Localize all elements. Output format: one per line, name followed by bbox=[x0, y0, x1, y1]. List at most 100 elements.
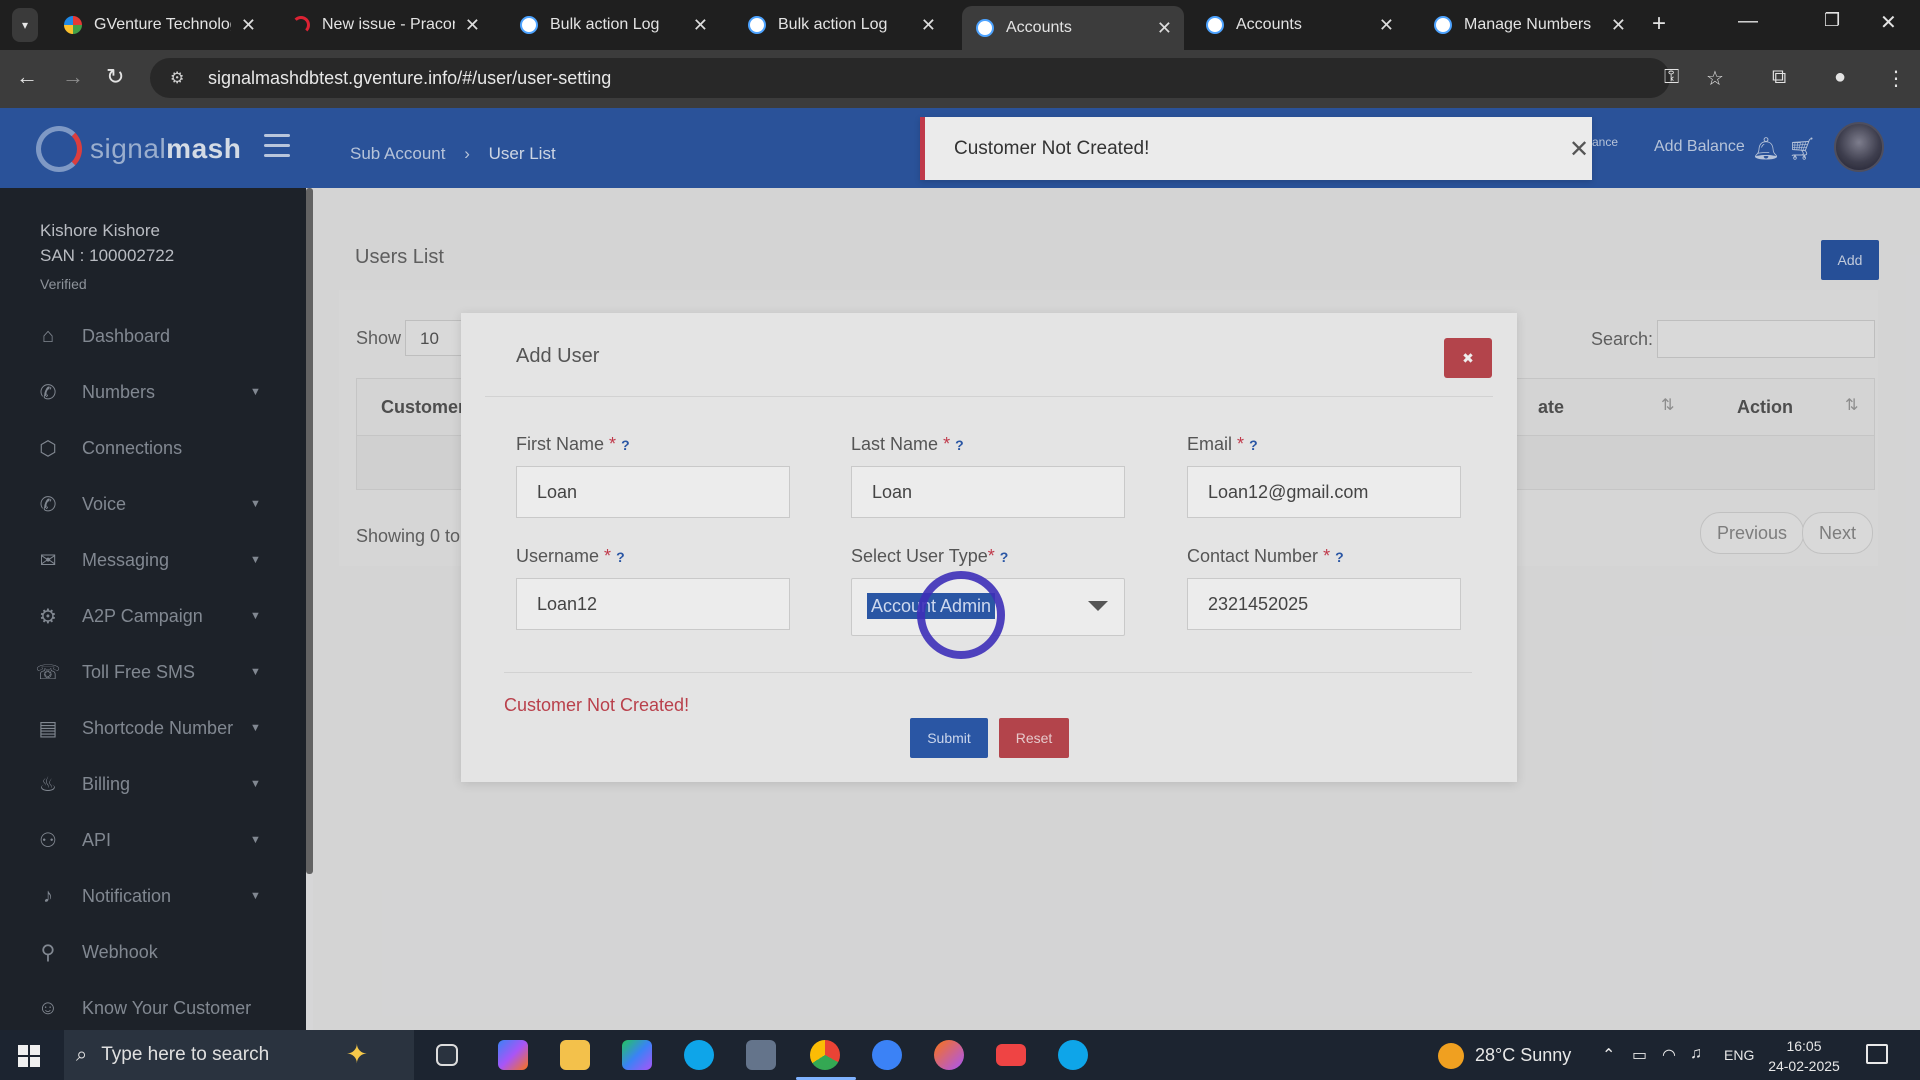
password-key-icon[interactable]: ⚿ bbox=[1664, 66, 1679, 89]
signalmash-icon bbox=[1434, 16, 1452, 34]
username-label: Username * ? bbox=[516, 546, 625, 566]
error-toast: Customer Not Created! ✕ bbox=[920, 117, 1592, 180]
volume-icon[interactable]: ♫ bbox=[1690, 1045, 1702, 1063]
user-type-label: Select User Type* ? bbox=[851, 546, 1009, 566]
modal-divider bbox=[485, 396, 1493, 397]
language-indicator[interactable]: ENG bbox=[1724, 1047, 1754, 1063]
file-explorer-icon[interactable] bbox=[560, 1040, 590, 1070]
browser-tab[interactable]: GVenture Technology ✕ bbox=[50, 6, 268, 44]
microsoft-365-icon[interactable] bbox=[622, 1040, 652, 1070]
phabricator-icon bbox=[292, 16, 310, 34]
taskbar-clock[interactable]: 16:05 24-02-2025 bbox=[1768, 1036, 1840, 1076]
signalmash-icon bbox=[976, 19, 994, 37]
task-view-icon[interactable] bbox=[436, 1044, 458, 1066]
chevron-up-icon[interactable]: ⌃ bbox=[1602, 1045, 1615, 1065]
edge-browser-icon[interactable] bbox=[684, 1040, 714, 1070]
profile-icon[interactable]: ● bbox=[1834, 66, 1846, 89]
forward-arrow-icon[interactable]: → bbox=[62, 64, 84, 90]
tab-title: GVenture Technology bbox=[94, 16, 231, 33]
close-icon[interactable]: ✕ bbox=[1611, 15, 1626, 36]
windows-start-icon[interactable] bbox=[18, 1045, 40, 1067]
email-field[interactable] bbox=[1187, 466, 1461, 518]
first-name-label: First Name * ? bbox=[516, 434, 630, 454]
browser-tab-active[interactable]: Accounts ✕ bbox=[962, 6, 1184, 50]
copilot-app-icon[interactable] bbox=[498, 1040, 528, 1070]
submit-button[interactable]: Submit bbox=[910, 718, 988, 758]
contact-number-label: Contact Number * ? bbox=[1187, 546, 1344, 566]
tab-search-button[interactable]: ▾ bbox=[12, 8, 38, 42]
signalmash-icon bbox=[748, 16, 766, 34]
search-icon: ⌕ bbox=[76, 1043, 88, 1066]
help-icon[interactable]: ? bbox=[1335, 549, 1344, 565]
teams-app-icon[interactable] bbox=[872, 1040, 902, 1070]
close-icon: ✖ bbox=[1462, 349, 1474, 366]
notification-center-icon[interactable] bbox=[1866, 1044, 1888, 1064]
chevron-down-icon bbox=[1088, 601, 1108, 611]
help-icon[interactable]: ? bbox=[621, 437, 630, 453]
close-icon[interactable]: ✕ bbox=[693, 15, 708, 36]
firefox-browser-icon[interactable] bbox=[934, 1040, 964, 1070]
tab-title: Bulk action Log bbox=[778, 16, 888, 33]
url-bar[interactable]: ⚙ signalmashdbtest.gventure.info/#/user/… bbox=[150, 58, 1670, 98]
browser-tab-bar: ▾ GVenture Technology ✕ New issue - Prac… bbox=[0, 0, 1920, 50]
bookmark-star-icon[interactable]: ☆ bbox=[1706, 66, 1724, 91]
more-menu-icon[interactable]: ⋮ bbox=[1886, 66, 1906, 91]
modal-title: Add User bbox=[516, 345, 600, 367]
battery-icon[interactable]: ▭ bbox=[1632, 1045, 1647, 1065]
restore-icon[interactable]: ❐ bbox=[1824, 10, 1840, 31]
copilot-sparkle-icon[interactable]: ✦ bbox=[346, 1039, 368, 1070]
weather-text[interactable]: 28°C Sunny bbox=[1475, 1045, 1571, 1066]
youtube-icon[interactable] bbox=[996, 1044, 1026, 1066]
close-icon[interactable]: ✕ bbox=[465, 15, 480, 36]
help-icon[interactable]: ? bbox=[1000, 549, 1009, 565]
weather-sun-icon[interactable] bbox=[1438, 1043, 1464, 1069]
help-icon[interactable]: ? bbox=[616, 549, 625, 565]
photos-app-icon[interactable] bbox=[746, 1040, 776, 1070]
site-settings-icon[interactable]: ⚙ bbox=[170, 68, 190, 88]
add-user-modal: Add User ✖ First Name * ? Last Name * ? … bbox=[461, 313, 1517, 782]
tab-title: New issue - Pracona bbox=[322, 16, 455, 33]
window-close-icon[interactable]: ✕ bbox=[1880, 10, 1897, 35]
browser-tab[interactable]: Bulk action Log ✕ bbox=[734, 6, 948, 44]
email-label: Email * ? bbox=[1187, 434, 1258, 454]
skype-icon[interactable] bbox=[1058, 1040, 1088, 1070]
tab-title: Bulk action Log bbox=[550, 16, 660, 33]
close-icon[interactable]: ✕ bbox=[1379, 15, 1394, 36]
close-icon[interactable]: ✕ bbox=[241, 15, 256, 36]
tab-title: Manage Numbers bbox=[1464, 16, 1592, 33]
chrome-browser-icon[interactable] bbox=[810, 1040, 840, 1070]
click-indicator bbox=[917, 571, 1005, 659]
gventure-icon bbox=[64, 16, 82, 34]
toast-close-icon[interactable]: ✕ bbox=[1569, 135, 1589, 164]
help-icon[interactable]: ? bbox=[955, 437, 964, 453]
browser-tab[interactable]: Manage Numbers ✕ bbox=[1420, 6, 1638, 44]
windows-taskbar: ⌕ Type here to search ✦ 28°C Sunny ⌃ ▭ ◠… bbox=[0, 1030, 1920, 1080]
modal-close-button[interactable]: ✖ bbox=[1444, 338, 1492, 378]
toast-message: Customer Not Created! bbox=[954, 138, 1150, 159]
contact-number-input[interactable] bbox=[1187, 578, 1461, 630]
new-tab-button[interactable]: + bbox=[1652, 10, 1666, 38]
close-icon[interactable]: ✕ bbox=[1157, 18, 1172, 39]
browser-address-bar: ← → ↻ ⚙ signalmashdbtest.gventure.info/#… bbox=[0, 50, 1920, 108]
reload-icon[interactable]: ↻ bbox=[106, 64, 124, 90]
last-name-input[interactable] bbox=[851, 466, 1125, 518]
help-icon[interactable]: ? bbox=[1249, 437, 1258, 453]
browser-tab[interactable]: New issue - Pracona ✕ bbox=[278, 6, 492, 44]
reset-button[interactable]: Reset bbox=[999, 718, 1069, 758]
tab-title: Accounts bbox=[1236, 16, 1302, 33]
wifi-icon[interactable]: ◠ bbox=[1662, 1045, 1676, 1065]
error-message: Customer Not Created! bbox=[504, 695, 690, 715]
close-icon[interactable]: ✕ bbox=[921, 15, 936, 36]
url-text: signalmashdbtest.gventure.info/#/user/us… bbox=[208, 67, 612, 88]
last-name-label: Last Name * ? bbox=[851, 434, 964, 454]
clock-date: 24-02-2025 bbox=[1768, 1058, 1840, 1074]
minimize-icon[interactable]: — bbox=[1738, 10, 1758, 33]
modal-divider bbox=[504, 672, 1472, 673]
username-input[interactable] bbox=[516, 578, 790, 630]
extensions-icon[interactable]: ⧉ bbox=[1772, 66, 1786, 89]
back-arrow-icon[interactable]: ← bbox=[16, 64, 38, 90]
first-name-input[interactable] bbox=[516, 466, 790, 518]
browser-tab[interactable]: Accounts ✕ bbox=[1192, 6, 1406, 44]
browser-tab[interactable]: Bulk action Log ✕ bbox=[506, 6, 720, 44]
signalmash-icon bbox=[520, 16, 538, 34]
